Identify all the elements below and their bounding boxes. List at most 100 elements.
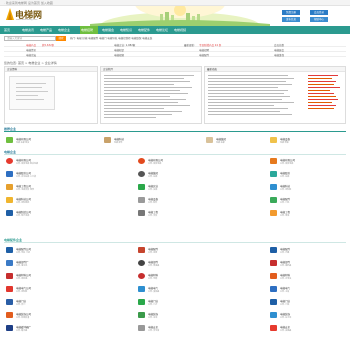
nav-item-knowledge[interactable]: 电梯知识 — [120, 26, 136, 34]
nav-item-parts[interactable]: 电梯配件 — [138, 26, 154, 34]
company-logo-icon[interactable] — [138, 286, 145, 292]
company-logo-icon[interactable] — [270, 184, 277, 190]
stat-text[interactable]: 电梯展会 — [274, 48, 284, 52]
company-products: 主营: 扶手带 — [280, 317, 292, 319]
publish-button[interactable]: 发布信息 — [282, 17, 300, 22]
section-divider — [4, 154, 346, 155]
company-logo-icon[interactable] — [270, 260, 277, 266]
company-products: 主营: 扶梯 — [280, 176, 290, 178]
nav-item-video[interactable]: 电梯视频 — [174, 26, 190, 34]
company-products: 主营: 轿厢装潢 — [16, 317, 30, 319]
help-button[interactable]: 帮助中心 — [310, 17, 328, 22]
company-products: 主营: 控制柜 — [280, 189, 292, 191]
company-products: 主营: 控制系统 — [16, 202, 30, 204]
company-products: 主营: 吊顶 — [148, 317, 158, 319]
stat-text: 电梯企业: 1,982家 — [114, 43, 136, 47]
stat-text[interactable]: 电梯配件 — [199, 53, 209, 57]
breadcrumb[interactable]: 您的位置: 首页 > 电梯企业 > 企业详情 — [4, 61, 57, 65]
nav-item-products[interactable]: 电梯产品 — [40, 26, 56, 34]
company-logo-icon[interactable] — [104, 137, 111, 143]
company-logo-icon[interactable] — [138, 158, 145, 164]
logo-icon[interactable] — [6, 8, 14, 20]
company-products: 主营: 乘客电梯 载货电梯 — [16, 163, 38, 165]
company-logo-icon[interactable] — [270, 273, 277, 279]
nav-item-expo[interactable]: 电梯展会 — [102, 26, 118, 34]
company-logo-icon[interactable] — [206, 137, 213, 143]
company-logo-icon[interactable] — [270, 137, 277, 143]
company-logo-icon[interactable] — [270, 171, 277, 177]
news-list-lines — [208, 75, 340, 115]
nav-item-jobs[interactable]: 电梯招聘 — [80, 26, 98, 34]
company-logo-icon[interactable] — [270, 247, 277, 253]
company-logo-icon[interactable] — [6, 184, 13, 190]
stat-text[interactable]: 电梯知识 — [114, 48, 124, 52]
stat-text[interactable]: 电梯招聘 — [199, 48, 209, 52]
company-products: 主营: 门机 — [280, 202, 290, 204]
company-logo-icon[interactable] — [270, 325, 277, 331]
stat-text[interactable]: 电梯资讯 — [26, 48, 36, 52]
login-button[interactable]: 会员登录 — [310, 10, 328, 15]
company-logo-icon[interactable] — [138, 299, 145, 305]
stat-text[interactable]: 电梯论坛 — [26, 53, 36, 57]
company-logo-icon[interactable] — [138, 184, 145, 190]
stat-text[interactable]: 电梯视频 — [114, 53, 124, 57]
company-logo-icon[interactable] — [6, 273, 13, 279]
search-input[interactable]: 请输入关键词 — [4, 35, 56, 41]
company-products: 主营: 缓冲器 — [16, 330, 28, 332]
company-logo-icon[interactable] — [6, 286, 13, 292]
register-button[interactable]: 免费注册 — [282, 10, 300, 15]
company-logo-icon[interactable] — [6, 210, 13, 216]
company-logo-icon[interactable] — [138, 197, 145, 203]
company-logo-icon[interactable] — [270, 197, 277, 203]
company-products: 主营: 维保 — [280, 215, 290, 217]
search-button[interactable]: 搜索 — [56, 35, 66, 41]
stat-text[interactable]: 电梯维保 — [274, 53, 284, 57]
stat-link[interactable]: 电梯产品 — [26, 43, 36, 47]
company-products: 主营: 导轨 门机 — [16, 252, 30, 254]
company-logo-icon[interactable] — [270, 158, 277, 164]
company-logo-icon[interactable] — [138, 312, 145, 318]
company-logo-icon[interactable] — [270, 286, 277, 292]
stat-link[interactable]: 今日新增产品 24 条 — [199, 43, 221, 47]
company-logo-icon[interactable] — [6, 247, 13, 253]
company-products: 主营: 门刀 — [148, 304, 158, 306]
company-logo-icon[interactable] — [6, 260, 13, 266]
company-logo-icon[interactable] — [138, 325, 145, 331]
company-products: 主营: 自动扶梯 人行道 — [16, 176, 36, 178]
company-products: 主营: 乘客电梯 — [148, 163, 162, 165]
company-logo-icon[interactable] — [270, 210, 277, 216]
company-logo-icon[interactable] — [6, 137, 13, 143]
company-logo-icon[interactable] — [6, 197, 13, 203]
company-logo-icon[interactable] — [138, 273, 145, 279]
nav-item-forum[interactable]: 电梯论坛 — [156, 26, 172, 34]
company-logo-icon[interactable] — [6, 312, 13, 318]
company-logo-icon[interactable] — [138, 210, 145, 216]
company-logo-icon[interactable] — [270, 299, 277, 305]
company-products: 主营: 控制柜 — [16, 291, 28, 293]
company-products: 主营: 层门 — [16, 304, 26, 306]
document-preview[interactable] — [9, 76, 55, 110]
company-products: 主营: 货梯 — [148, 189, 158, 191]
company-logo-icon[interactable] — [138, 260, 145, 266]
company-products: 主营: 安全钳 — [148, 330, 160, 332]
company-logo-icon[interactable] — [270, 312, 277, 318]
nav-item-news[interactable]: 电梯资讯 — [22, 26, 38, 34]
nav-item-home[interactable]: 首页 — [4, 26, 20, 34]
hot-keywords[interactable]: 热门: 电梯 扶梯 电梯配件 电梯门 电梯导轨 电梯控制柜 电梯维保 电梯安装 — [70, 36, 152, 40]
company-logo-icon[interactable] — [138, 171, 145, 177]
company-logo-icon[interactable] — [6, 171, 13, 177]
company-logo-icon[interactable] — [6, 325, 13, 331]
company-products: 主营: 门锁 — [280, 304, 290, 306]
company-products: 电梯 维保 — [280, 142, 289, 144]
company-products: 电梯 扶梯 载货 — [16, 142, 30, 144]
stat-link[interactable]: 共5,632条 — [42, 43, 54, 47]
topbar-text: · 欢迎来到电梯网 设为首页 加入收藏 — [4, 1, 53, 5]
company-products: 电梯 扶梯 — [216, 142, 225, 144]
panel-title: 最新动态 — [205, 67, 345, 72]
company-logo-icon[interactable] — [6, 299, 13, 305]
nav-item-companies[interactable]: 电梯企业 — [58, 26, 74, 34]
stats-row: 电梯论坛 电梯视频 电梯配件 电梯维保 — [4, 52, 346, 57]
company-logo-icon[interactable] — [6, 158, 13, 164]
company-products: 主营: 扶梯 — [148, 176, 158, 178]
company-logo-icon[interactable] — [138, 247, 145, 253]
